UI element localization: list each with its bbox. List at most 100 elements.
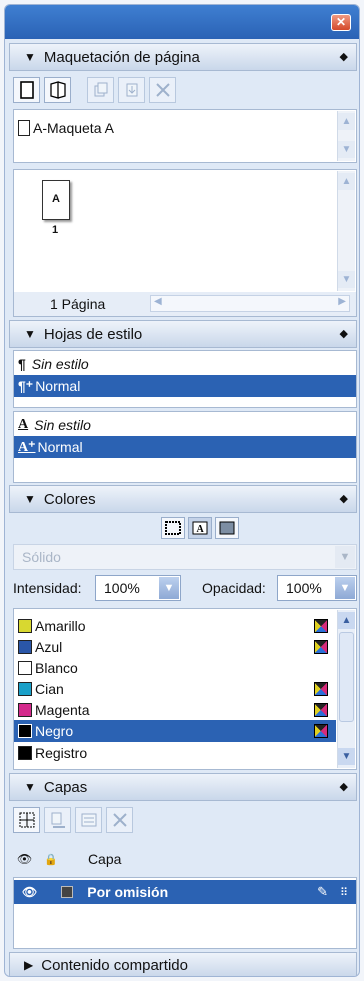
- panel-menu-icon[interactable]: ◆: [340, 492, 348, 505]
- layers-toolbar: [13, 807, 133, 833]
- color-item-azul[interactable]: Azul: [14, 636, 356, 658]
- scroll-down-icon[interactable]: ▼: [338, 141, 355, 158]
- page-count-bar: 1 Página ◀ ▶: [14, 292, 356, 316]
- layer-column-label: Capa: [87, 851, 122, 867]
- intensity-label: Intensidad:: [13, 580, 82, 596]
- layer-options-button[interactable]: [75, 807, 102, 833]
- master-scrollbar[interactable]: ▲ ▼: [337, 111, 355, 161]
- window-titlebar[interactable]: ✕: [5, 5, 359, 39]
- color-item-cian[interactable]: Cian: [14, 678, 356, 700]
- layer-label: Por omisión: [87, 884, 169, 900]
- scroll-down-icon[interactable]: ▼: [338, 271, 355, 288]
- layer-item[interactable]: 👁 Por omisión ✎ ⠿: [14, 880, 356, 904]
- master-page-label: A-Maqueta A: [33, 120, 114, 136]
- color-label: Blanco: [35, 660, 78, 676]
- collapse-triangle-icon[interactable]: ▼: [24, 780, 36, 794]
- delete-icon: [112, 813, 127, 827]
- scroll-up-icon[interactable]: ▲: [338, 113, 355, 130]
- fill-type-select[interactable]: Sólido ▼: [13, 544, 357, 570]
- panel-menu-icon[interactable]: ◆: [340, 327, 348, 340]
- color-label: Negro: [35, 723, 74, 739]
- collapse-triangle-icon[interactable]: ▼: [24, 492, 36, 506]
- single-page-icon: [19, 81, 34, 99]
- color-item-blanco[interactable]: Blanco: [14, 657, 356, 679]
- paragraph-style-label: Normal: [35, 378, 81, 394]
- color-item-negro[interactable]: Negro: [14, 720, 336, 742]
- move-layer-icon: [51, 812, 65, 828]
- chevron-down-icon[interactable]: ▼: [159, 577, 179, 599]
- horizontal-scrollbar[interactable]: ◀ ▶: [150, 295, 350, 312]
- pages-scrollbar[interactable]: ▲ ▼: [337, 171, 355, 291]
- move-layer-button[interactable]: [44, 807, 71, 833]
- scroll-left-icon[interactable]: ◀: [154, 296, 162, 307]
- page-thumbnail[interactable]: A: [42, 180, 70, 220]
- scroll-down-icon[interactable]: ▼: [338, 748, 355, 765]
- color-label: Cian: [35, 681, 64, 697]
- character-style-label: Sin estilo: [34, 417, 91, 433]
- frame-color-button[interactable]: [161, 517, 185, 539]
- panel-title-styles: Hojas de estilo: [43, 325, 143, 343]
- close-button[interactable]: ✕: [331, 14, 351, 31]
- scroll-up-icon[interactable]: ▲: [338, 173, 355, 190]
- swatch-icon: [18, 746, 32, 760]
- swatch-icon: [18, 640, 32, 654]
- colors-scrollbar[interactable]: ▲ ▼: [337, 610, 355, 768]
- visibility-eye-icon[interactable]: 👁: [22, 885, 37, 899]
- master-page-icon: [18, 120, 30, 136]
- color-item-magenta[interactable]: Magenta: [14, 699, 356, 721]
- frame-color-icon: [165, 521, 181, 535]
- opacity-select[interactable]: 100% ▼: [277, 575, 357, 601]
- character-style-item[interactable]: A⁺ Normal: [14, 436, 356, 458]
- background-color-icon: [219, 521, 235, 535]
- panel-title-colors: Colores: [43, 490, 96, 508]
- scroll-up-icon[interactable]: ▲: [338, 612, 355, 629]
- delete-layer-button[interactable]: [106, 807, 133, 833]
- color-item-registro[interactable]: Registro: [14, 742, 356, 764]
- character-style-plus-icon: A⁺: [18, 439, 36, 455]
- intensity-select[interactable]: 100% ▼: [95, 575, 181, 601]
- background-color-button[interactable]: [215, 517, 239, 539]
- collapse-triangle-icon[interactable]: ▼: [24, 327, 36, 341]
- color-label: Amarillo: [35, 618, 86, 634]
- panel-menu-icon[interactable]: ◆: [340, 50, 348, 63]
- color-label: Magenta: [35, 702, 90, 718]
- panel-header-shared-content[interactable]: ▶ Contenido compartido: [9, 952, 357, 976]
- cmyk-icon: [314, 724, 328, 738]
- chevron-down-icon[interactable]: ▼: [335, 546, 355, 568]
- facing-pages-button[interactable]: [44, 77, 71, 103]
- text-color-button[interactable]: A: [188, 517, 212, 539]
- intensity-value: 100%: [104, 580, 140, 596]
- master-page-item[interactable]: A-Maqueta A: [14, 117, 356, 139]
- panel-header-colors[interactable]: ▼ Colores ◆: [9, 485, 357, 513]
- panel-header-styles[interactable]: ▼ Hojas de estilo ◆: [9, 320, 357, 348]
- paragraph-style-item[interactable]: ¶⁺ Normal: [14, 375, 356, 397]
- text-color-icon: A: [192, 521, 208, 535]
- swatch-icon: [18, 661, 32, 675]
- pencil-icon: ✎: [317, 884, 328, 899]
- new-layer-icon: [19, 812, 34, 828]
- single-page-button[interactable]: [13, 77, 40, 103]
- swatch-icon: [18, 619, 32, 633]
- color-item-amarillo[interactable]: Amarillo: [14, 615, 356, 637]
- panel-header-layers[interactable]: ▼ Capas ◆: [9, 773, 357, 801]
- swatch-icon: [18, 724, 32, 738]
- duplicate-page-button[interactable]: [87, 77, 114, 103]
- panel-header-page-layout[interactable]: ▼ Maquetación de página ◆: [9, 43, 357, 71]
- import-page-button[interactable]: [118, 77, 145, 103]
- character-style-item[interactable]: A Sin estilo: [14, 414, 356, 436]
- opacity-label: Opacidad:: [202, 580, 266, 596]
- scroll-right-icon[interactable]: ▶: [338, 296, 346, 307]
- new-layer-button[interactable]: [13, 807, 40, 833]
- layers-column-header: 👁 🔒 Capa: [17, 851, 121, 867]
- pilcrow-plus-icon: ¶⁺: [18, 377, 34, 394]
- collapse-triangle-icon[interactable]: ▼: [24, 50, 36, 64]
- cmyk-icon: [314, 682, 328, 696]
- page-number: 1: [52, 224, 59, 236]
- panel-menu-icon[interactable]: ◆: [340, 780, 348, 793]
- grid-icon: ⠿: [339, 886, 348, 899]
- paragraph-style-item[interactable]: ¶ Sin estilo: [14, 353, 356, 375]
- expand-triangle-icon[interactable]: ▶: [24, 958, 33, 972]
- delete-page-button[interactable]: [149, 77, 176, 103]
- chevron-down-icon[interactable]: ▼: [335, 577, 355, 599]
- scroll-thumb[interactable]: [339, 632, 354, 722]
